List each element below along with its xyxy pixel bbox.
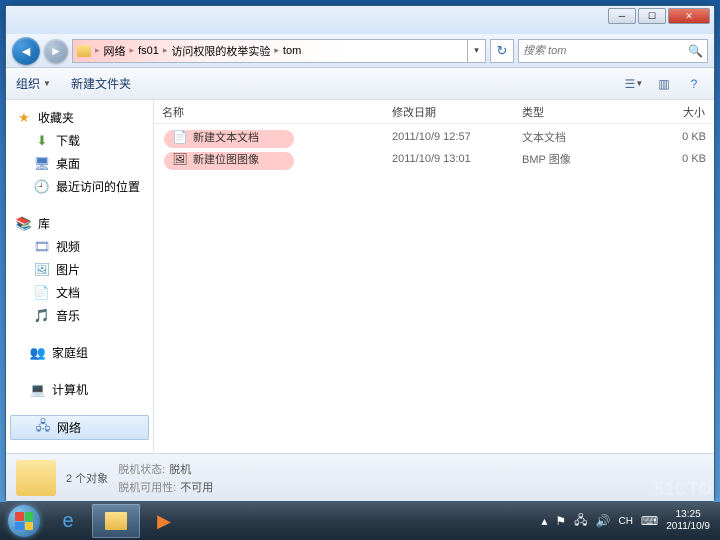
text-file-icon: 📄 bbox=[172, 129, 188, 145]
image-file-icon: 🖼 bbox=[172, 151, 188, 167]
search-box[interactable]: 🔍 bbox=[518, 39, 708, 63]
chevron-down-icon: ▼ bbox=[43, 79, 51, 88]
sidebar-desktop[interactable]: 🖥桌面 bbox=[6, 152, 153, 175]
file-row[interactable]: 🖼新建位图图像 2011/10/9 13:01 BMP 图像 0 KB bbox=[154, 148, 714, 170]
star-icon: ★ bbox=[16, 110, 32, 126]
recent-icon: 🕘 bbox=[34, 179, 50, 195]
new-folder-button[interactable]: 新建文件夹 bbox=[71, 75, 131, 92]
status-bar: 2 个对象 脱机状态:脱机 脱机可用性:不可用 bbox=[6, 453, 714, 501]
sidebar-recent[interactable]: 🕘最近访问的位置 bbox=[6, 175, 153, 198]
picture-icon: 🖼 bbox=[34, 262, 50, 278]
ime-icon[interactable]: ⌨ bbox=[641, 514, 658, 528]
folder-icon bbox=[16, 460, 56, 496]
sidebar-videos[interactable]: 🎞视频 bbox=[6, 235, 153, 258]
help-button[interactable]: ? bbox=[684, 74, 704, 94]
show-hidden-icons[interactable]: ▴ bbox=[541, 514, 547, 528]
action-center-icon[interactable]: ⚑ bbox=[555, 514, 566, 528]
breadcrumb-network[interactable]: 网络 bbox=[100, 43, 130, 59]
view-options-button[interactable]: ☰ ▼ bbox=[624, 74, 644, 94]
folder-icon bbox=[77, 45, 91, 57]
back-button[interactable]: ◄ bbox=[12, 37, 40, 65]
nav-pane: ★收藏夹 ⬇下载 🖥桌面 🕘最近访问的位置 📚库 🎞视频 🖼图片 📄文档 🎵音乐… bbox=[6, 100, 154, 453]
search-input[interactable] bbox=[523, 45, 684, 57]
clock[interactable]: 13:25 2011/10/9 bbox=[666, 509, 710, 533]
close-button[interactable]: ✕ bbox=[668, 8, 710, 24]
taskbar-media-player[interactable]: ▶ bbox=[140, 504, 188, 538]
breadcrumb-tom[interactable]: tom bbox=[279, 45, 305, 57]
explorer-window: ─ ☐ ✕ ◄ ► ▸ 网络 ▸ fs01 ▸ 访问权限的枚举实验 ▸ tom … bbox=[5, 5, 715, 502]
taskbar-explorer[interactable] bbox=[92, 504, 140, 538]
minimize-button[interactable]: ─ bbox=[608, 8, 636, 24]
document-icon: 📄 bbox=[34, 285, 50, 301]
video-icon: 🎞 bbox=[34, 239, 50, 255]
download-icon: ⬇ bbox=[34, 133, 50, 149]
organize-menu[interactable]: 组织▼ bbox=[16, 75, 51, 92]
taskbar-ie[interactable]: e bbox=[44, 504, 92, 538]
file-list: 📄新建文本文档 2011/10/9 12:57 文本文档 0 KB 🖼新建位图图… bbox=[154, 124, 714, 453]
library-icon: 📚 bbox=[16, 216, 32, 232]
ime-indicator[interactable]: CH bbox=[618, 516, 632, 527]
homegroup-icon: 👥 bbox=[30, 345, 46, 361]
sidebar-homegroup[interactable]: 👥家庭组 bbox=[6, 341, 153, 364]
file-row[interactable]: 📄新建文本文档 2011/10/9 12:57 文本文档 0 KB bbox=[154, 126, 714, 148]
breadcrumb-folder[interactable]: 访问权限的枚举实验 bbox=[167, 43, 274, 59]
network-tray-icon[interactable]: 🖧 bbox=[574, 511, 587, 532]
sidebar-computer[interactable]: 💻计算机 bbox=[6, 378, 153, 401]
breadcrumb[interactable]: ▸ 网络 ▸ fs01 ▸ 访问权限的枚举实验 ▸ tom ▾ bbox=[72, 39, 486, 63]
column-headers: 名称 修改日期 类型 大小 bbox=[154, 100, 714, 124]
column-size[interactable]: 大小 bbox=[624, 104, 714, 120]
breadcrumb-fs01[interactable]: fs01 bbox=[134, 45, 163, 57]
sidebar-music[interactable]: 🎵音乐 bbox=[6, 304, 153, 327]
status-count: 2 个对象 bbox=[66, 470, 108, 486]
column-name[interactable]: 名称 bbox=[154, 104, 384, 120]
main-area: ★收藏夹 ⬇下载 🖥桌面 🕘最近访问的位置 📚库 🎞视频 🖼图片 📄文档 🎵音乐… bbox=[6, 100, 714, 453]
desktop-icon: 🖥 bbox=[34, 156, 50, 172]
refresh-button[interactable]: ↻ bbox=[490, 39, 514, 63]
column-date[interactable]: 修改日期 bbox=[384, 104, 514, 120]
sidebar-network[interactable]: 🖧网络 bbox=[10, 415, 149, 440]
music-icon: 🎵 bbox=[34, 308, 50, 324]
computer-icon: 💻 bbox=[30, 382, 46, 398]
breadcrumb-dropdown[interactable]: ▾ bbox=[467, 39, 485, 63]
titlebar: ─ ☐ ✕ bbox=[6, 6, 714, 34]
sidebar-documents[interactable]: 📄文档 bbox=[6, 281, 153, 304]
volume-icon[interactable]: 🔊 bbox=[596, 514, 611, 528]
file-list-area: 名称 修改日期 类型 大小 📄新建文本文档 2011/10/9 12:57 文本… bbox=[154, 100, 714, 453]
nav-bar: ◄ ► ▸ 网络 ▸ fs01 ▸ 访问权限的枚举实验 ▸ tom ▾ ↻ 🔍 bbox=[6, 34, 714, 68]
network-icon: 🖧 bbox=[35, 420, 51, 436]
column-type[interactable]: 类型 bbox=[514, 104, 624, 120]
sidebar-pictures[interactable]: 🖼图片 bbox=[6, 258, 153, 281]
system-tray: ▴ ⚑ 🖧 🔊 CH ⌨ 13:25 2011/10/9 bbox=[541, 509, 716, 533]
windows-logo-icon bbox=[8, 505, 40, 537]
sidebar-favorites[interactable]: ★收藏夹 bbox=[6, 106, 153, 129]
search-icon: 🔍 bbox=[688, 44, 703, 58]
start-button[interactable] bbox=[4, 504, 44, 538]
taskbar: e ▶ ▴ ⚑ 🖧 🔊 CH ⌨ 13:25 2011/10/9 bbox=[0, 502, 720, 540]
sidebar-libraries[interactable]: 📚库 bbox=[6, 212, 153, 235]
toolbar: 组织▼ 新建文件夹 ☰ ▼ ▥ ? bbox=[6, 68, 714, 100]
preview-pane-button[interactable]: ▥ bbox=[654, 74, 674, 94]
forward-button[interactable]: ► bbox=[44, 39, 68, 63]
sidebar-downloads[interactable]: ⬇下载 bbox=[6, 129, 153, 152]
maximize-button[interactable]: ☐ bbox=[638, 8, 666, 24]
